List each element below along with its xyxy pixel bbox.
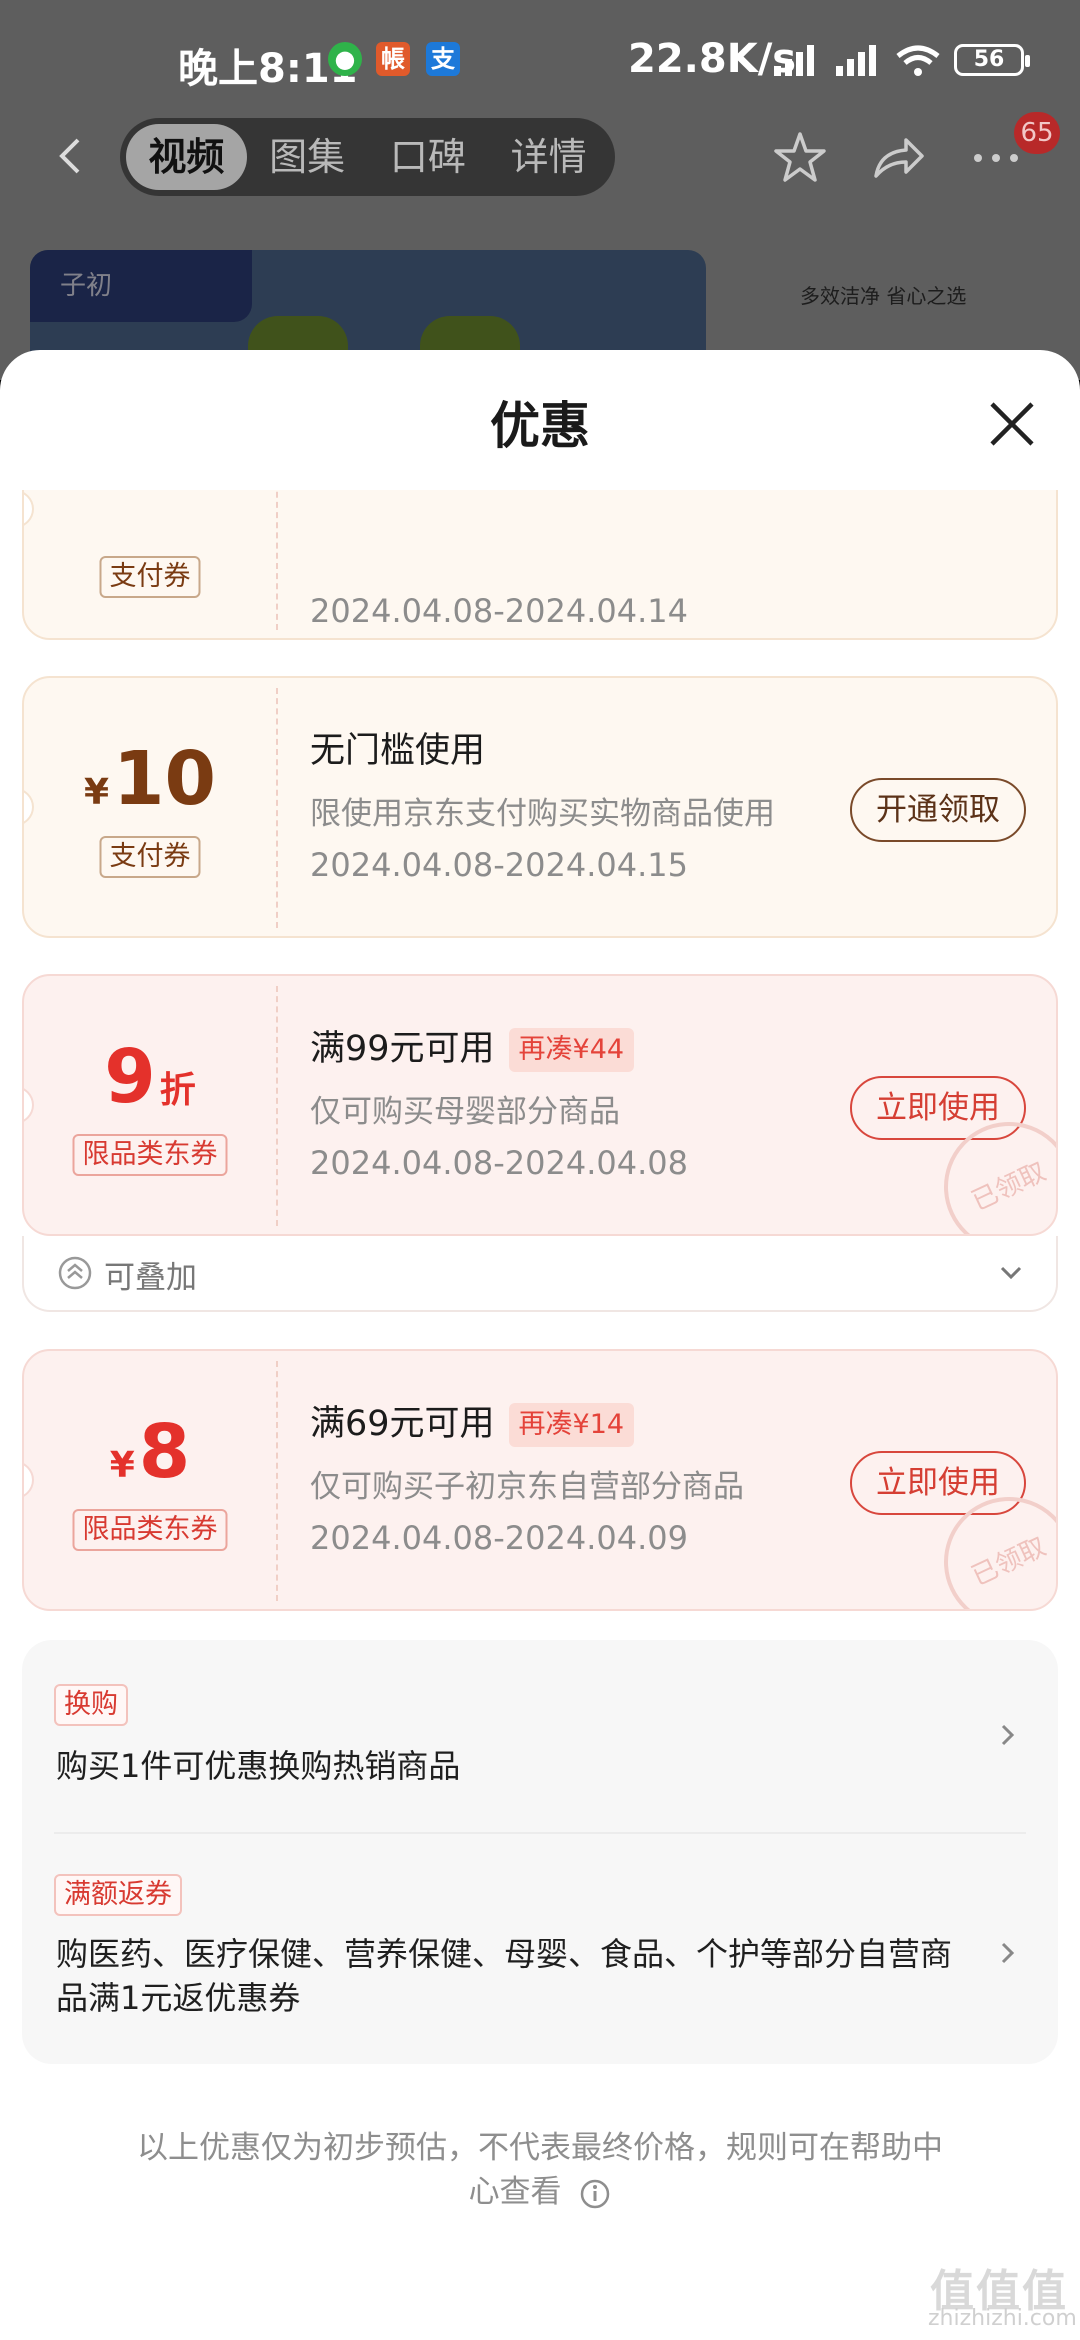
battery-indicator: 56 [954,44,1030,76]
coupon-type-tag: 限品类东券 [72,1509,228,1551]
coupon-condition: 满99元可用 再凑¥44 [310,1020,635,1072]
stackable-row[interactable]: 可叠加 [22,1236,1058,1312]
close-icon[interactable] [982,394,1042,454]
coupon-description: 仅可购买母婴部分商品 [310,1094,620,1130]
wechat-icon: ● [328,42,362,76]
coupon-type-tag: 限品类东券 [72,1134,228,1176]
product-nav-bar: 视频 图集 口碑 详情 65 [0,112,1080,198]
promo-text[interactable]: 购医药、医疗保健、营养保健、母婴、食品、个护等部分自营商品满1元返优惠券 [56,1932,956,2020]
promo-tag: 换购 [54,1684,128,1726]
wifi-icon [896,45,940,76]
coupon-description: 仅可购买子初京东自营部分商品 [310,1469,744,1505]
coupon-card: ¥10 支付券 无门槛使用 限使用京东支付购买实物商品使用 2024.04.08… [22,676,1058,938]
coupon-type-tag: 支付券 [99,836,201,878]
content-tabs: 视频 图集 口碑 详情 [120,118,615,196]
stack-icon [58,1256,92,1290]
tab-gallery[interactable]: 图集 [247,124,368,190]
info-icon[interactable] [579,2178,611,2210]
watermark-url: zhizhizhi.com [928,2306,1077,2331]
coupon-date: 2024.04.08-2024.04.15 [310,846,688,884]
status-bar: 晚上8:11 ● 帳 支 22.8K/s 56 [0,0,1080,120]
remaining-amount-badge: 再凑¥44 [508,1028,635,1072]
promo-text[interactable]: 购买1件可优惠换购热销商品 [56,1744,460,1788]
message-badge: 65 [1014,112,1060,154]
home-indicator[interactable] [338,2312,738,2322]
coupon-description: 限使用京东支付购买实物商品使用 [310,796,775,832]
coupon-amount: ¥10 [83,736,217,822]
signal-icon [774,45,814,76]
coupon-date: 2024.04.08-2024.04.08 [310,1144,688,1182]
chevron-right-icon[interactable] [992,1720,1022,1750]
tab-details[interactable]: 详情 [488,124,609,190]
coupon-date: 2024.04.08-2024.04.09 [310,1519,688,1557]
discount-bottom-sheet: 优惠 支付券 2024.04.08-2024.04.14 ¥10 支付券 无门槛… [0,350,1080,2340]
coupon-card: 9折 限品类东券 满99元可用 再凑¥44 仅可购买母婴部分商品 2024.04.… [22,974,1058,1236]
coupon-card: ¥8 限品类东券 满69元可用 再凑¥14 仅可购买子初京东自营部分商品 2024… [22,1349,1058,1611]
share-icon[interactable] [868,128,928,188]
coupon-condition: 满69元可用 再凑¥14 [310,1395,635,1447]
signal-icon [836,45,876,76]
promo-tag: 满额返券 [54,1874,182,1916]
sheet-title: 优惠 [490,397,590,455]
chevron-down-icon[interactable] [996,1258,1026,1288]
remaining-amount-badge: 再凑¥14 [508,1403,635,1447]
favorite-star-icon[interactable] [770,128,830,188]
alipay-icon: 支 [426,42,460,76]
chevron-right-icon[interactable] [992,1938,1022,1968]
promotions-panel: 换购 购买1件可优惠换购热销商品 满额返券 购医药、医疗保健、营养保健、母婴、食… [22,1640,1058,2064]
activate-claim-button[interactable]: 开通领取 [850,778,1026,842]
tab-video[interactable]: 视频 [126,124,247,190]
coupon-date: 2024.04.08-2024.04.14 [310,592,688,630]
stackable-label: 可叠加 [104,1260,197,1296]
network-speed: 22.8K/s [628,36,797,82]
tab-reviews[interactable]: 口碑 [368,124,489,190]
coupon-card: 支付券 2024.04.08-2024.04.14 [22,490,1058,640]
coupon-list-scroll[interactable]: 支付券 2024.04.08-2024.04.14 ¥10 支付券 无门槛使用 … [0,490,1080,2340]
coupon-amount: 9折 [104,1034,196,1120]
app-red-icon: 帳 [376,42,410,76]
back-icon[interactable] [50,136,90,176]
coupon-type-tag: 支付券 [99,556,201,598]
disclaimer: 以上优惠仅为初步预估，不代表最终价格，规则可在帮助中心查看 [137,2130,943,2210]
coupon-condition: 无门槛使用 [310,731,486,771]
coupon-amount: ¥8 [109,1409,191,1495]
